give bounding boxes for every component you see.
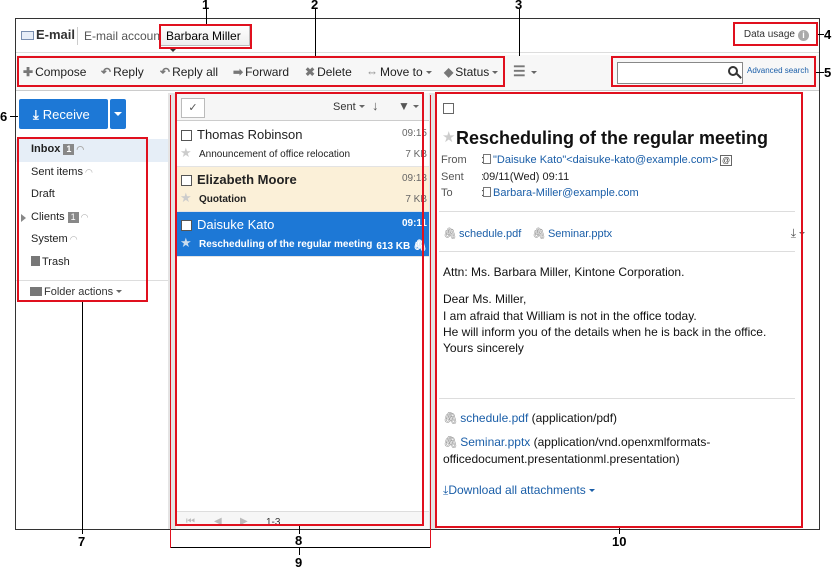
callout-bracket-9-left [170,95,171,548]
receive-button[interactable]: ⤓ Receive [19,99,108,129]
envelope-icon [21,31,34,40]
callout-number-7: 7 [78,534,86,549]
callout-number-3: 3 [515,0,523,12]
view-options-button[interactable]: ☰ [513,63,537,80]
annotation-box-10 [435,92,803,528]
annotation-box-2 [17,56,505,87]
annotation-box-4 [733,22,818,46]
app-logo: E-mail [21,27,75,42]
receive-dropdown-button[interactable] [110,99,126,129]
callout-number-6: 6 [0,109,8,124]
callout-line-5 [816,72,824,73]
callout-number-4: 4 [824,27,832,42]
callout-number-8: 8 [295,533,303,548]
annotation-box-5 [611,56,816,87]
callout-line-7 [82,302,83,534]
callout-bracket-9-right [430,95,431,548]
callout-line-6 [10,116,18,117]
annotation-box-1 [159,24,252,49]
list-view-icon: ☰ [513,63,526,79]
receive-label: Receive [42,107,90,122]
annotation-box-7 [17,137,148,302]
header-divider [77,27,78,45]
download-icon: ⤓ [33,107,39,122]
callout-line-9 [299,547,300,555]
callout-number-1: 1 [202,0,210,12]
chevron-down-icon [114,112,122,116]
callout-number-10: 10 [612,534,627,549]
callout-number-9: 9 [295,555,303,570]
account-label: E-mail account: [84,29,167,43]
callout-line-2 [315,9,316,56]
annotation-box-8 [175,92,424,526]
chevron-down-icon [530,71,537,74]
app-header: E-mail E-mail account: Barbara Miller Da… [16,19,819,53]
callout-number-2: 2 [311,0,319,12]
callout-number-5: 5 [824,65,832,80]
app-title: E-mail [36,27,76,42]
callout-line-3 [519,9,520,56]
